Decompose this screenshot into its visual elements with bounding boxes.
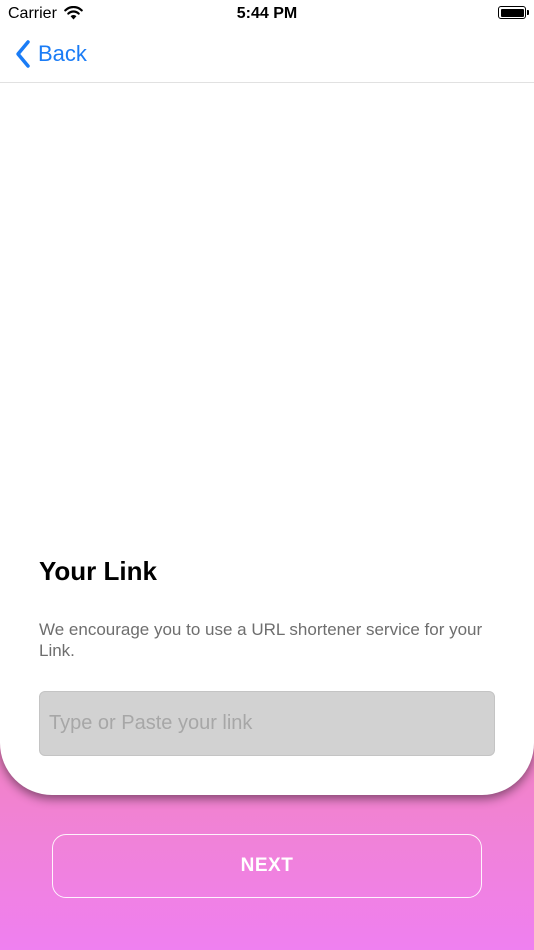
card-description: We encourage you to use a URL shortener … xyxy=(39,620,483,660)
link-input[interactable] xyxy=(39,691,495,756)
back-button[interactable]: Back xyxy=(14,38,87,70)
next-button[interactable]: NEXT xyxy=(52,834,482,898)
card-title: Your Link xyxy=(39,556,157,586)
link-card: Your Link We encourage you to use a URL … xyxy=(0,0,534,795)
back-button-label: Back xyxy=(38,41,87,66)
navigation-bar: Back xyxy=(0,28,534,83)
battery-icon xyxy=(498,6,529,19)
status-bar: Carrier 5:44 PM xyxy=(0,0,534,28)
status-time: 5:44 PM xyxy=(236,5,298,22)
chevron-left-icon xyxy=(16,40,30,68)
